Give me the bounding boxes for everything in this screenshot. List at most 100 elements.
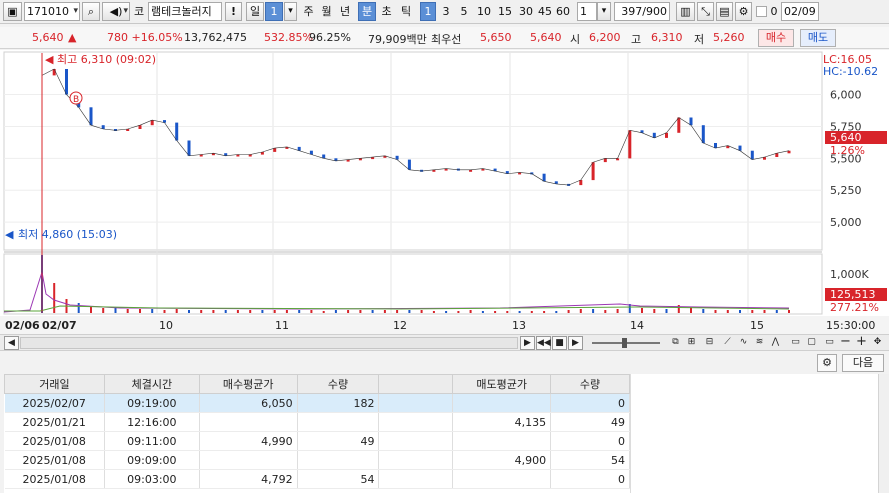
volume-bar — [616, 309, 619, 313]
period-value-select[interactable]: 1 — [265, 2, 283, 21]
volume-bar — [359, 310, 362, 313]
table-row[interactable]: 2025/02/07 09:19:00 6,050 182 0 — [4, 393, 630, 413]
pattern-tool-icon[interactable]: ⋀ — [768, 336, 783, 350]
candle — [187, 140, 191, 156]
candle — [738, 145, 742, 151]
period-tick-button[interactable]: 틱 — [397, 2, 415, 21]
chart-scrollbar[interactable] — [20, 337, 518, 349]
cell-buy-avg: 4,990 — [199, 431, 298, 451]
table-row[interactable]: 2025/01/08 09:09:00 4,900 54 — [4, 450, 630, 470]
period-day-button[interactable]: 일 — [246, 2, 264, 21]
fib-tool-icon[interactable]: ≋ — [752, 336, 767, 350]
volume-bar — [249, 310, 252, 313]
interval-30-button[interactable]: 30 — [516, 2, 536, 21]
volume: 13,762,475 — [184, 31, 247, 44]
table-row[interactable]: 2025/01/08 09:03:00 4,792 54 0 — [4, 469, 630, 489]
candle-type-icon[interactable]: ▥ — [676, 2, 695, 21]
play-icon[interactable]: ▶ — [568, 336, 583, 350]
table-row[interactable]: 2025/01/08 09:11:00 4,990 49 0 — [4, 431, 630, 451]
volume-bar — [788, 310, 790, 313]
panel-gear-icon[interactable]: ⚙ — [817, 354, 837, 372]
alert-button[interactable]: ! — [225, 2, 242, 21]
candle — [175, 122, 179, 141]
volume-bar — [665, 309, 668, 313]
cell-time: 09:03:00 — [104, 469, 200, 489]
count-input[interactable]: 397/900 — [614, 2, 670, 21]
zoom-slider-handle[interactable] — [622, 338, 627, 348]
zoom-out-icon[interactable]: − — [838, 335, 853, 350]
trend-tool-icon[interactable]: ⟋ — [720, 336, 735, 350]
cell-buy-qty: 182 — [297, 393, 380, 413]
volume-bar — [579, 309, 582, 313]
interval-60-button[interactable]: 60 — [553, 2, 573, 21]
cell-sell-avg: 4,900 — [452, 450, 552, 470]
period-week-button[interactable]: 주 — [300, 2, 317, 21]
date-checkbox[interactable] — [756, 6, 767, 17]
panel-header: ⚙ 다음 — [0, 352, 889, 374]
overlay-icon[interactable]: ⧉ — [668, 336, 683, 350]
period-year-button[interactable]: 년 — [336, 2, 354, 21]
interval-1-button[interactable]: 1 — [420, 2, 436, 21]
indicator-icon[interactable]: ⊟ — [702, 336, 717, 350]
interval-10-button[interactable]: 10 — [474, 2, 494, 21]
unit-dropdown-icon[interactable]: ▾ — [597, 2, 611, 21]
stock-code-input[interactable]: 171010 — [24, 2, 80, 21]
x-tick-label: 10 — [159, 319, 173, 332]
save-icon[interactable]: ▤ — [716, 2, 733, 21]
move-icon[interactable]: ✥ — [870, 336, 885, 350]
line-tool-icon[interactable]: ∿ — [736, 336, 751, 350]
col-sell-qty[interactable]: 수량 — [550, 374, 630, 394]
col-buy-qty[interactable]: 수량 — [296, 374, 380, 394]
period-minute-button[interactable]: 분 — [358, 2, 376, 21]
stock-name-field[interactable]: 램테크놀러지 — [148, 2, 222, 21]
period-month-button[interactable]: 월 — [318, 2, 335, 21]
speaker-icon[interactable]: ◀) — [102, 2, 130, 21]
sell-button[interactable]: 매도 — [800, 29, 836, 47]
stop-icon[interactable]: ■ — [552, 336, 567, 350]
tool-icon[interactable]: ⤡ — [697, 2, 714, 21]
period-dropdown-icon[interactable]: ▾ — [284, 2, 297, 21]
buy-button[interactable]: 매수 — [758, 29, 794, 47]
x-label-end: 15:30:00 — [826, 319, 875, 332]
y-axis-ticks: 6,0005,7505,5005,2505,000 — [830, 89, 862, 230]
interval-15-button[interactable]: 15 — [495, 2, 515, 21]
cell-buy-qty: 49 — [297, 431, 380, 451]
unit-input[interactable]: 1 — [577, 2, 597, 21]
cell-date: 2025/02/07 — [4, 393, 105, 413]
box-tool-icon[interactable]: ▢ — [804, 336, 819, 350]
gear-icon[interactable]: ⚙ — [735, 2, 752, 21]
table-row[interactable]: 2025/01/21 12:16:00 4,135 49 — [4, 412, 630, 432]
next-button[interactable]: 다음 — [842, 354, 884, 372]
col-date[interactable]: 거래일 — [4, 374, 105, 394]
interval-45-button[interactable]: 45 — [535, 2, 555, 21]
rewind-icon[interactable]: ◀◀ — [536, 336, 551, 350]
volume-bar — [481, 311, 484, 313]
search-icon[interactable]: ⌕ — [82, 2, 100, 21]
volume-bar — [457, 311, 460, 313]
price-chart[interactable]: 6,000 5,750 5,500 5,250 5,000 ◀ 최고 6,310 (09… — [0, 50, 889, 334]
shape-tool-icon[interactable]: ▭ — [788, 336, 803, 350]
volume-bar — [126, 309, 129, 313]
low-price: 5,260 — [713, 31, 745, 44]
high-price: 6,310 — [651, 31, 683, 44]
collapse-icon[interactable]: ▭ — [822, 336, 837, 350]
col-blank[interactable] — [378, 374, 454, 394]
col-buy-avg[interactable]: 매수평균가 — [198, 374, 298, 394]
right-empty-pane — [630, 374, 878, 493]
interval-5-button[interactable]: 5 — [456, 2, 472, 21]
scroll-right-icon[interactable]: ▶ — [520, 336, 535, 350]
scroll-left-icon[interactable]: ◀ — [4, 336, 19, 350]
low-marker-label: 최저 4,860 (15:03) — [18, 228, 117, 241]
period-second-button[interactable]: 초 — [378, 2, 395, 21]
hc-label: HC:-10.62 — [823, 65, 878, 78]
date-input[interactable]: 02/09 — [781, 2, 819, 21]
table-vertical-scrollbar[interactable] — [878, 374, 889, 493]
col-sell-avg[interactable]: 매도평균가 — [452, 374, 552, 394]
candle — [65, 69, 68, 95]
col-time[interactable]: 체결시간 — [103, 374, 200, 394]
zoom-in-icon[interactable]: + — [854, 335, 869, 350]
interval-3-button[interactable]: 3 — [438, 2, 454, 21]
layout-icon[interactable]: ▣ — [3, 2, 22, 21]
layout-split-icon[interactable]: ⊞ — [684, 336, 699, 350]
best-ask-label: 최우선 — [431, 33, 462, 46]
